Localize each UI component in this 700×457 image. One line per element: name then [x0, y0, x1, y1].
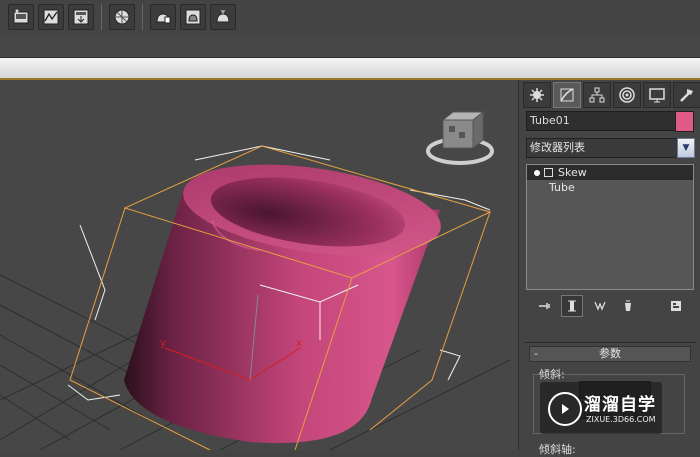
- toolbar-separator: [101, 4, 102, 30]
- motion-icon: [619, 87, 635, 103]
- command-panel-tabs: [523, 82, 700, 108]
- secondary-toolbar-strip: [0, 37, 700, 58]
- skew-axis-group-label: 倾斜轴:: [539, 443, 576, 456]
- expand-icon[interactable]: [544, 168, 553, 177]
- object-name-field[interactable]: Tube01: [526, 111, 676, 131]
- render-toolbar-group: [4, 2, 240, 32]
- viewcube: [426, 110, 494, 165]
- stack-tools: [533, 295, 687, 317]
- modifier-stack-item-skew[interactable]: Skew: [527, 165, 693, 180]
- ribbon-bar: [0, 58, 700, 80]
- modifier-list-label: 修改器列表: [530, 141, 585, 154]
- motion-tab[interactable]: [613, 82, 641, 108]
- skew-group-label: 倾斜:: [539, 368, 565, 381]
- pin-stack-button[interactable]: [533, 295, 555, 317]
- render-production-icon[interactable]: [150, 4, 176, 30]
- create-tab[interactable]: [523, 82, 551, 108]
- object-color-swatch[interactable]: [675, 111, 694, 132]
- rollout-title: 参数: [599, 347, 621, 360]
- modifier-stack-label: Tube: [549, 181, 575, 194]
- collapse-icon[interactable]: -: [534, 347, 538, 361]
- render-setup-icon[interactable]: [8, 4, 34, 30]
- light-bulb-icon[interactable]: [534, 170, 540, 176]
- hierarchy-icon: [589, 87, 605, 103]
- create-icon: [530, 88, 544, 102]
- tube-object: [124, 164, 441, 444]
- axis-y-label: y: [160, 338, 166, 349]
- viewport-scene: y x: [0, 110, 511, 450]
- environment-icon[interactable]: [109, 4, 135, 30]
- perspective-viewport[interactable]: y x: [0, 80, 518, 450]
- configure-sets-button[interactable]: [665, 295, 687, 317]
- watermark-url: ZIXUE.3D66.COM: [586, 415, 656, 424]
- render-iterative-icon[interactable]: [180, 4, 206, 30]
- modifier-list-dropdown[interactable]: 修改器列表 ▼: [526, 138, 695, 158]
- utilities-icon: [680, 89, 693, 102]
- modifier-stack-item-tube[interactable]: Tube: [527, 180, 693, 195]
- modifier-stack: Skew Tube: [526, 164, 694, 290]
- configure-icon: [671, 301, 681, 311]
- chevron-down-icon[interactable]: ▼: [677, 138, 695, 158]
- parameters-rollout-header[interactable]: - 参数: [529, 346, 691, 362]
- utilities-tab[interactable]: [673, 82, 700, 108]
- make-unique-button[interactable]: [589, 295, 611, 317]
- watermark-title: 溜溜自学: [584, 395, 656, 415]
- material-editor-icon[interactable]: [38, 4, 64, 30]
- end-result-icon: [568, 300, 576, 312]
- watermark-logo-icon: [548, 392, 582, 426]
- active-shade-icon[interactable]: [210, 4, 236, 30]
- pin-icon: [539, 303, 550, 309]
- toolbar-separator: [142, 4, 143, 30]
- modify-tab[interactable]: [553, 82, 581, 108]
- display-tab[interactable]: [643, 82, 671, 108]
- axis-x-label: x: [296, 338, 302, 349]
- make-unique-icon: [594, 301, 606, 311]
- modify-icon: [560, 88, 574, 102]
- modifier-stack-label: Skew: [558, 166, 587, 179]
- hierarchy-tab[interactable]: [583, 82, 611, 108]
- show-end-result-button[interactable]: [561, 295, 583, 317]
- trash-icon: [625, 300, 631, 311]
- main-toolbar: [0, 0, 700, 38]
- watermark: 溜溜自学 ZIXUE.3D66.COM: [540, 382, 662, 434]
- remove-modifier-button[interactable]: [617, 295, 639, 317]
- render-frame-icon[interactable]: [68, 4, 94, 30]
- display-icon: [649, 88, 665, 103]
